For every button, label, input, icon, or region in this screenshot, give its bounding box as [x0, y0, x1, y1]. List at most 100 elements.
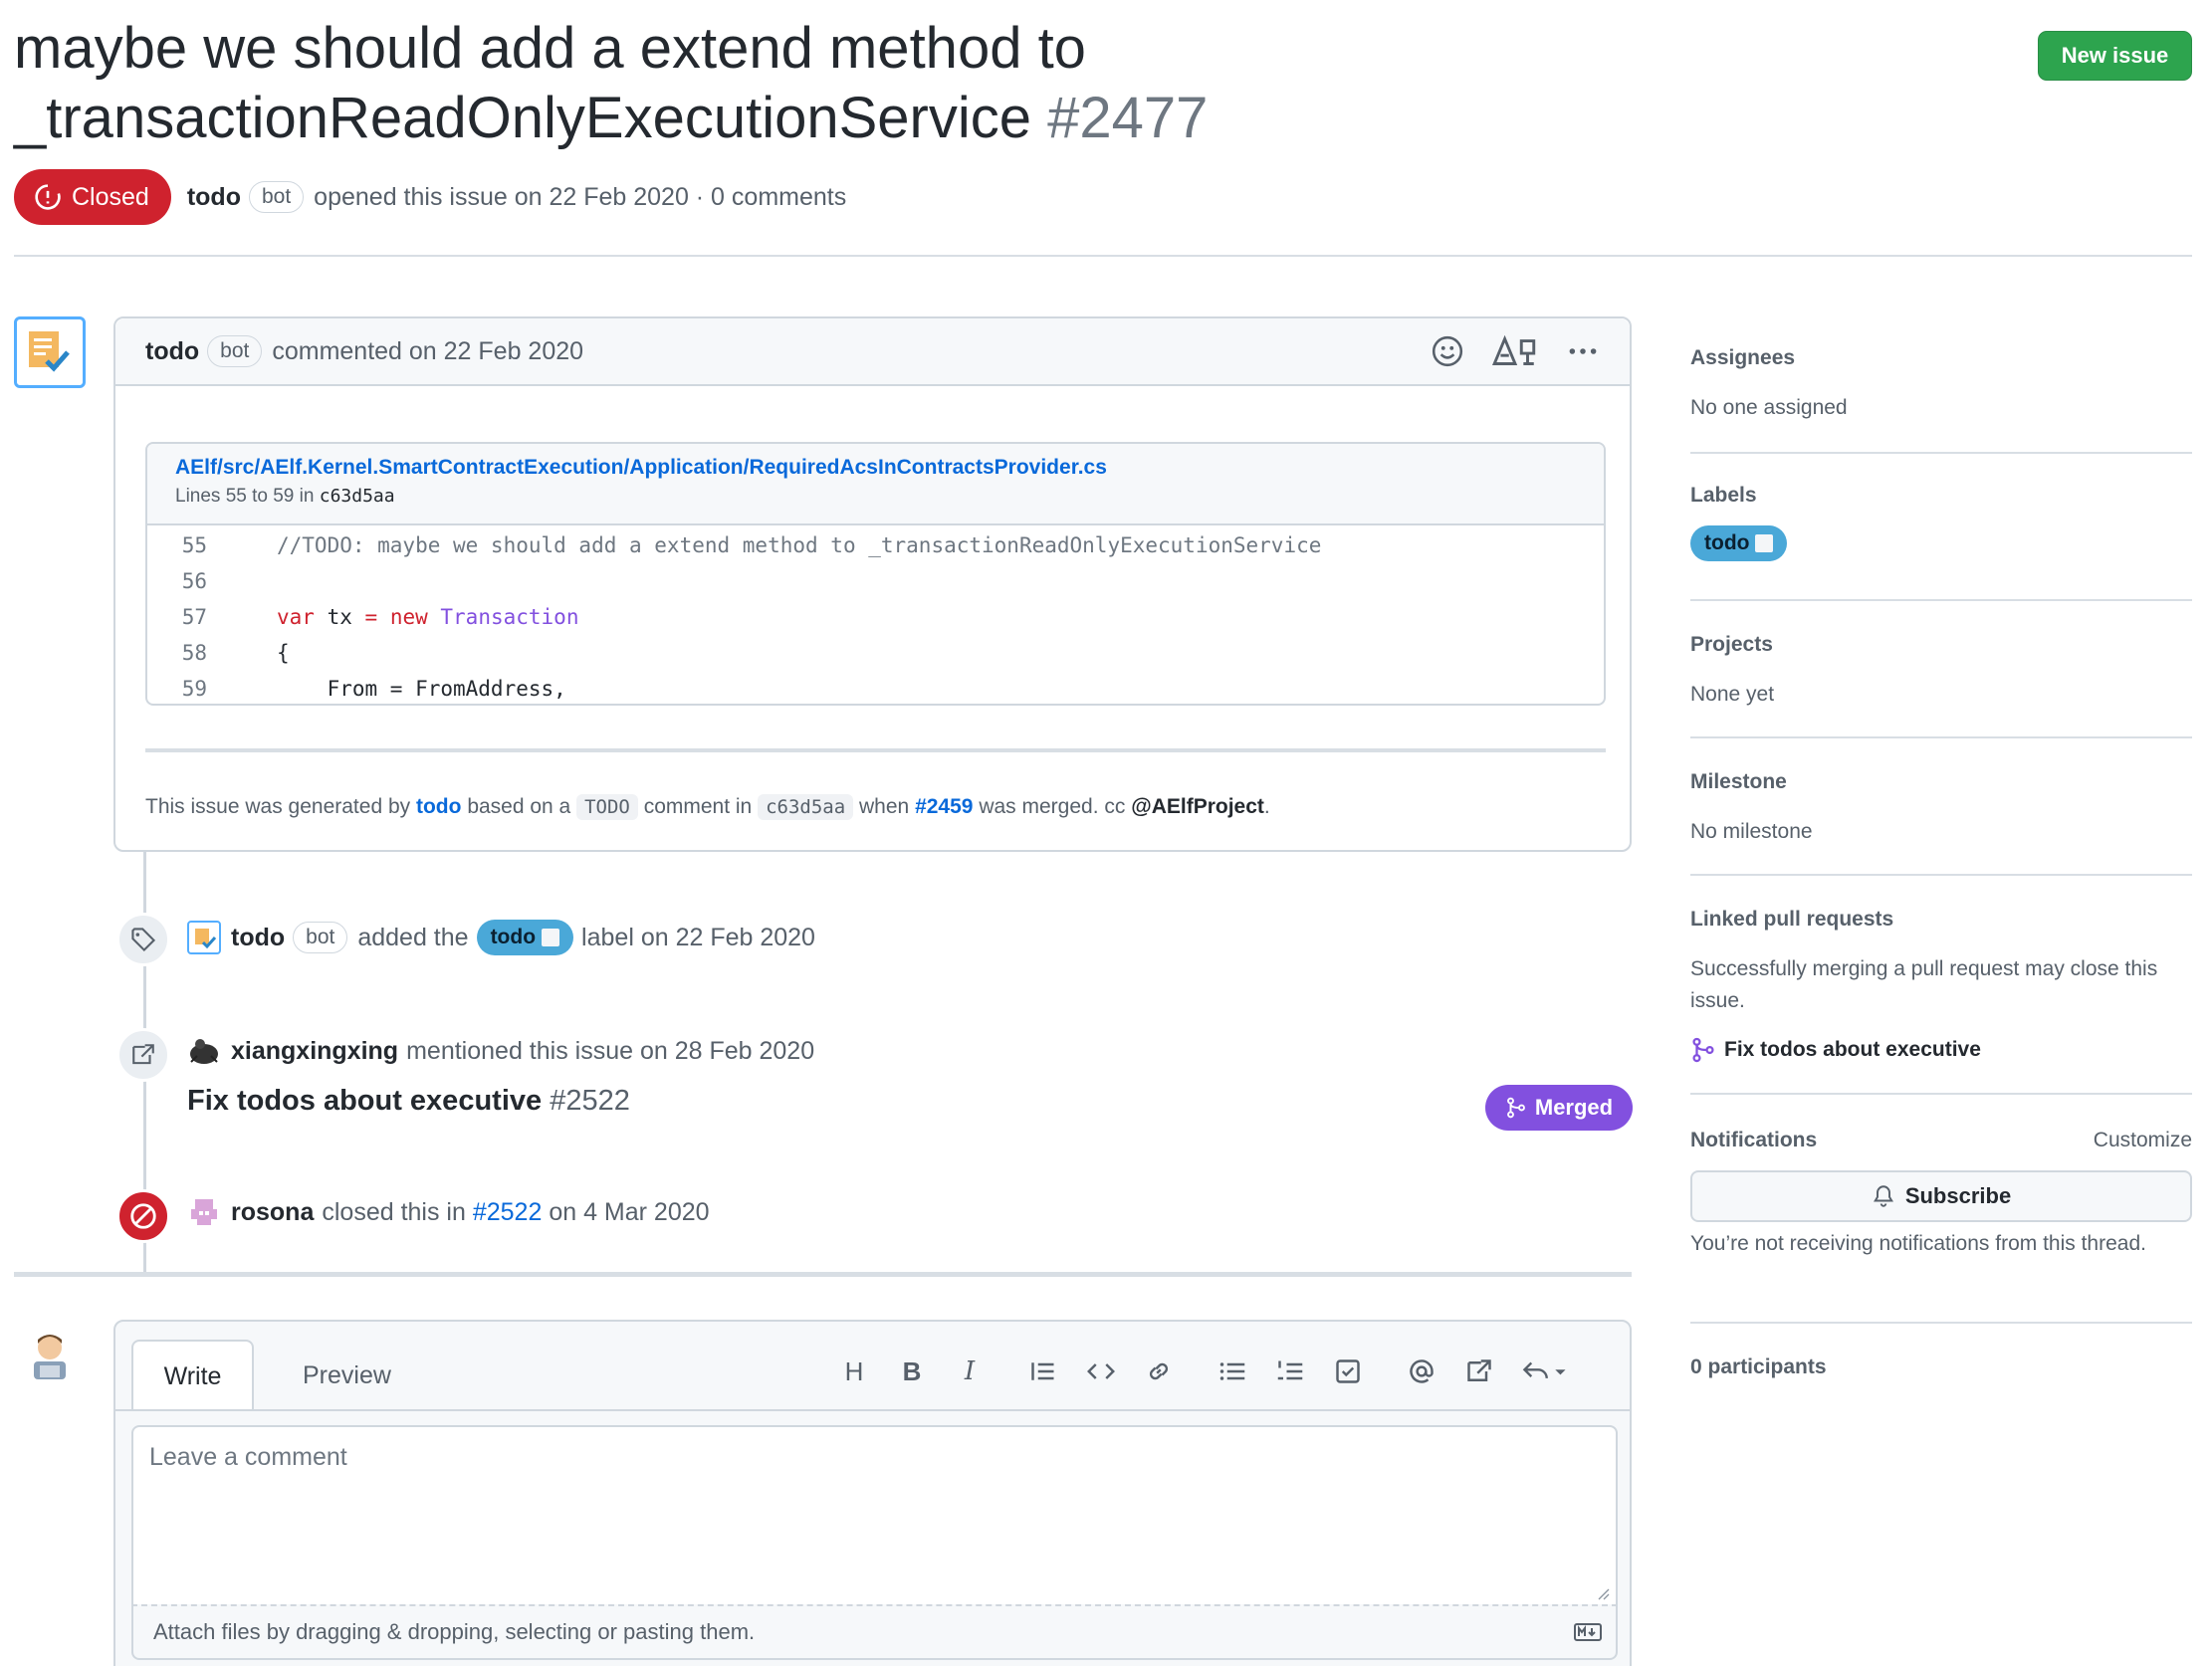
status-label: Closed	[72, 182, 149, 211]
numbered-list-button[interactable]	[1268, 1350, 1312, 1393]
current-user-avatar[interactable]	[22, 1328, 78, 1383]
sidebar-projects: Projects None yet	[1690, 633, 2192, 711]
comment-actions	[1431, 334, 1600, 368]
referenced-pr[interactable]: Fix todos about executive #2522	[187, 1085, 630, 1118]
heading-icon: H	[844, 1355, 864, 1386]
heading-button[interactable]: H	[832, 1350, 876, 1393]
timeline-mention-event: xiangxingxing mentioned this issue on 28…	[187, 1031, 814, 1071]
status-badge: Closed	[14, 169, 171, 225]
linked-pr-title[interactable]: Fix todos about executive	[1724, 1038, 1981, 1062]
sidebar-divider	[1690, 1322, 2192, 1324]
notifications-heading: Notifications	[1690, 1129, 1818, 1151]
customize-link[interactable]: Customize	[2094, 1129, 2192, 1152]
opened-text: opened this issue on 22 Feb 2020 · 0 com…	[314, 182, 847, 211]
new-issue-button[interactable]: New issue	[2038, 31, 2192, 81]
italic-icon: I	[964, 1356, 976, 1386]
sidebar-divider	[1690, 874, 2192, 876]
code-line: 56	[147, 563, 1604, 599]
italic-button[interactable]: I	[948, 1350, 992, 1393]
bulleted-list-button[interactable]	[1211, 1350, 1254, 1393]
note-text: based on a	[467, 795, 571, 818]
subscribe-button[interactable]: Subscribe	[1690, 1170, 2192, 1222]
note-icon	[542, 929, 560, 946]
keyword: var	[277, 605, 315, 629]
cross-reference-icon	[132, 1044, 154, 1065]
tab-write[interactable]: Write	[131, 1340, 254, 1411]
mention-button[interactable]	[1400, 1350, 1443, 1393]
more-options-icon[interactable]	[1566, 334, 1600, 368]
sidebar-milestone: Milestone No milestone	[1690, 770, 2192, 848]
issue-number: #2477	[1047, 86, 1209, 150]
issue-title-line2: _transactionReadOnlyExecutionService	[14, 86, 1031, 150]
linked-prs-heading[interactable]: Linked pull requests	[1690, 908, 2192, 932]
link-button[interactable]	[1137, 1350, 1181, 1393]
author-link[interactable]: todo	[187, 183, 241, 212]
sidebar-participants: 0 participants	[1690, 1355, 2192, 1379]
issue-comment: todo bot commented on 22 Feb 2020 AElf/s…	[113, 316, 1632, 852]
tab-divider	[115, 1409, 1630, 1411]
timeline-closed-event-icon	[116, 1189, 170, 1243]
tab-preview[interactable]: Preview	[283, 1340, 411, 1411]
comment-editor: Write Preview H B I Leave a comment Atta…	[113, 1320, 1632, 1666]
code-text: //TODO: maybe we should add a extend met…	[277, 533, 1322, 557]
comment-author[interactable]: todo	[145, 337, 199, 366]
snippet-commit[interactable]: c63d5aa	[320, 486, 395, 507]
participants-count: 0 participants	[1690, 1355, 1827, 1378]
todo-link[interactable]: todo	[416, 795, 461, 818]
milestone-heading[interactable]: Milestone	[1690, 770, 2192, 794]
subscribe-label: Subscribe	[1904, 1183, 2012, 1208]
reference-button[interactable]	[1457, 1350, 1501, 1393]
mention-link[interactable]: @AElfProject	[1131, 795, 1264, 818]
bot-tag: bot	[248, 181, 305, 213]
timeline-label-event-icon	[116, 913, 170, 966]
event-text: on 4 Mar 2020	[549, 1197, 710, 1226]
note-text: .	[1263, 795, 1270, 818]
task-list-icon	[1336, 1359, 1360, 1383]
label-todo[interactable]: todo	[476, 920, 574, 955]
sidebar-label-todo[interactable]: todo	[1690, 525, 1788, 561]
referenced-pr-title[interactable]: Fix todos about executive	[187, 1085, 542, 1117]
code-line: 57 var tx = new Transaction	[147, 599, 1604, 635]
event-text: label on 22 Feb 2020	[581, 923, 815, 951]
issue-title-line1: maybe we should add a extend method to	[14, 16, 1086, 81]
translate-icon[interactable]	[1490, 334, 1540, 368]
quote-button[interactable]	[1021, 1350, 1065, 1393]
identifier: tx	[314, 605, 365, 629]
event-user[interactable]: todo	[231, 924, 285, 952]
todo-bot-avatar[interactable]	[14, 316, 86, 388]
todo-checklist-icon	[29, 331, 70, 372]
event-user[interactable]: xiangxingxing	[231, 1037, 398, 1066]
rosona-avatar[interactable]	[187, 1195, 221, 1229]
bold-button[interactable]: B	[890, 1350, 934, 1393]
reply-icon	[1522, 1361, 1566, 1379]
code-button[interactable]	[1079, 1350, 1123, 1393]
sidebar-notifications-header: Notifications Customize	[1690, 1129, 2192, 1152]
assignees-heading[interactable]: Assignees	[1690, 346, 2192, 370]
comment-divider	[145, 748, 1606, 752]
saved-replies-button[interactable]	[1515, 1350, 1575, 1393]
linked-pr-item[interactable]: Fix todos about executive	[1690, 1037, 2192, 1063]
timeline-end-divider	[14, 1272, 1632, 1277]
event-user[interactable]: rosona	[231, 1198, 314, 1227]
git-merge-icon	[1506, 1097, 1525, 1119]
comment-placeholder: Leave a comment	[149, 1443, 347, 1471]
xiangxingxing-avatar[interactable]	[187, 1034, 221, 1068]
markdown-icon[interactable]	[1574, 1623, 1602, 1641]
commit-link[interactable]: c63d5aa	[758, 794, 854, 820]
note-text: This issue was generated by	[145, 795, 411, 818]
emoji-reaction-icon[interactable]	[1431, 334, 1464, 368]
resize-handle-icon[interactable]	[1596, 1586, 1610, 1600]
snippet-file-link[interactable]: AElf/src/AElf.Kernel.SmartContractExecut…	[175, 456, 1604, 480]
issue-meta: Closed todo bot opened this issue on 22 …	[14, 169, 846, 225]
attach-files-area[interactable]: Attach files by dragging & dropping, sel…	[131, 1604, 1618, 1660]
projects-heading[interactable]: Projects	[1690, 633, 2192, 657]
closing-pr-link[interactable]: #2522	[473, 1198, 543, 1227]
todo-bot-avatar-small[interactable]	[187, 921, 221, 954]
labels-heading[interactable]: Labels	[1690, 484, 2192, 508]
task-list-button[interactable]	[1326, 1350, 1370, 1393]
milestone-value: No milestone	[1690, 820, 1813, 843]
markdown-toolbar: H B I	[832, 1350, 1575, 1393]
comment-textarea[interactable]: Leave a comment	[131, 1425, 1618, 1604]
tag-icon	[131, 928, 156, 952]
pr-link[interactable]: #2459	[915, 795, 973, 818]
